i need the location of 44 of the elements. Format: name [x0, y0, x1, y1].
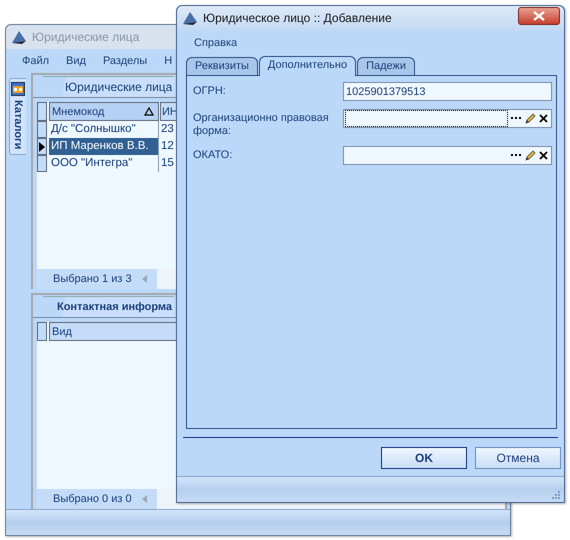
row-header-cell — [37, 322, 47, 341]
pencil-icon[interactable] — [525, 150, 536, 161]
input-field[interactable]: 1025901379513 — [343, 82, 552, 101]
menu-item[interactable]: Файл — [22, 55, 50, 67]
ellipsis-icon[interactable] — [511, 117, 522, 120]
menu-item[interactable]: Разделы — [102, 55, 148, 67]
clear-icon[interactable] — [539, 114, 548, 123]
ellipsis-icon[interactable] — [511, 154, 522, 157]
clear-icon[interactable] — [539, 151, 548, 160]
input-field[interactable] — [343, 109, 552, 128]
close-icon — [533, 11, 545, 21]
window-title: Юридическое лицо :: Добавление — [203, 11, 392, 25]
section-tab[interactable]: Контактная информа — [43, 296, 174, 317]
field-label: ОГРН: — [193, 84, 227, 98]
sort-icon — [144, 107, 154, 116]
section-tab[interactable]: Юридические лица — [43, 76, 174, 97]
app-icon — [181, 10, 199, 26]
dialog-button[interactable]: Отмена — [475, 447, 561, 469]
close-button[interactable] — [518, 7, 560, 25]
row-marker[interactable] — [37, 121, 47, 138]
side-tab[interactable]: Каталоги — [9, 78, 26, 155]
menu-item[interactable]: Вид — [66, 55, 86, 67]
selection-count: Выбрано 0 из 0 — [53, 493, 132, 505]
window-title: Юридические лица — [32, 30, 140, 44]
table-cell: ИП Маренков В.В. — [49, 138, 159, 155]
field-label: Организационно правовая форма: — [193, 111, 330, 138]
row-marker[interactable] — [37, 138, 47, 155]
menu-item[interactable]: Справка — [194, 37, 238, 49]
table-cell: ООО "Интегра" — [49, 155, 159, 172]
input-field[interactable] — [343, 146, 552, 165]
row-header-cell — [37, 102, 47, 121]
app-icon — [10, 29, 28, 45]
row-marker[interactable] — [37, 155, 47, 172]
tab[interactable]: Дополнительно — [258, 56, 356, 76]
menu-item[interactable]: Н — [164, 55, 172, 67]
dialog-button[interactable]: OK — [381, 447, 467, 469]
selection-count: Выбрано 1 из 3 — [53, 273, 132, 285]
pencil-icon[interactable] — [525, 113, 536, 124]
resize-grip-icon[interactable] — [551, 490, 560, 499]
field-label: ОКАТО: — [193, 148, 234, 162]
tab[interactable]: Реквизиты — [186, 57, 258, 75]
column-header[interactable]: Мнемокод — [49, 102, 159, 121]
tab[interactable]: Падежи — [357, 57, 416, 75]
catalog-icon — [11, 82, 25, 96]
